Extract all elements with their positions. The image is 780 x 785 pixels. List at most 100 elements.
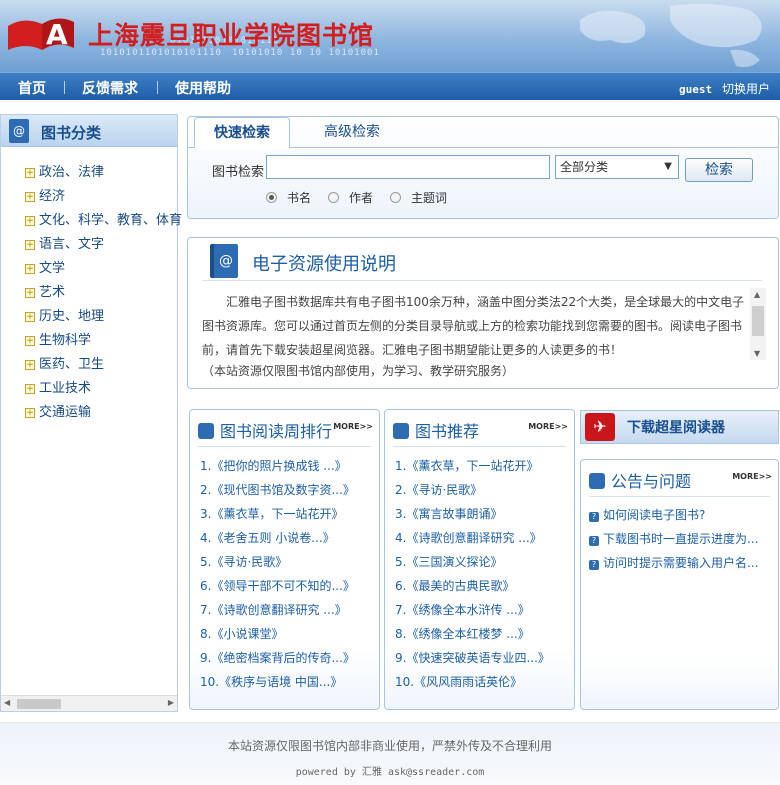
chart-icon (198, 423, 214, 439)
more-link[interactable]: MORE>> (528, 422, 568, 431)
expand-icon[interactable]: + (25, 216, 35, 226)
list-item[interactable]: 10.《风风雨雨话英伦》 (395, 673, 522, 690)
category-item[interactable]: + 文学 (25, 257, 65, 276)
radio-subject[interactable]: 主题词 (390, 189, 447, 206)
list-item[interactable]: 6.《领导干部不可不知的...》 (200, 577, 355, 594)
notice-item[interactable]: ? 如何阅读电子图书? (589, 506, 705, 523)
list-item[interactable]: 3.《薰衣草，下一站花开》 (200, 505, 343, 522)
list-item[interactable]: 4.《老舍五则 小说卷...》 (200, 529, 335, 546)
list-item[interactable]: 3.《寓言故事朗诵》 (395, 505, 502, 522)
sidebar-horizontal-scrollbar[interactable]: ◀ ▶ (1, 695, 177, 711)
category-select[interactable]: 全部分类 ▼ (555, 155, 679, 179)
nav-help[interactable]: 使用帮助 (175, 78, 231, 98)
list-item[interactable]: 4.《诗歌创意翻译研究 ...》 (395, 529, 542, 546)
current-user: guest (679, 83, 713, 96)
notice-item[interactable]: ? 访问时提示需要输入用户名... (589, 554, 758, 571)
category-item[interactable]: + 文化、科学、教育、体育 (25, 209, 182, 228)
scrollbar-thumb[interactable] (17, 699, 61, 709)
info-scrollbar[interactable]: ▲ ▼ (750, 288, 766, 360)
category-item[interactable]: + 医药、卫生 (25, 353, 104, 372)
category-item[interactable]: + 艺术 (25, 281, 65, 300)
expand-icon[interactable]: + (25, 264, 35, 274)
list-item[interactable]: 6.《最美的古典民歌》 (395, 577, 514, 594)
footer-notice: 本站资源仅限图书馆内部非商业使用，严禁外传及不合理利用 (227, 739, 552, 753)
question-icon: ? (589, 560, 599, 570)
download-label: 下载超星阅读器 (627, 420, 725, 436)
list-item[interactable]: 5.《寻访·民歌》 (200, 553, 287, 570)
notice-panel: 公告与问题 MORE>> ? 如何阅读电子图书? ? 下载图书时一直提示进度为...… (580, 459, 779, 710)
search-label: 图书检索 (212, 165, 265, 180)
scroll-up-icon[interactable]: ▲ (754, 290, 760, 299)
category-item[interactable]: + 政治、法律 (25, 161, 104, 180)
list-item[interactable]: 1.《薰衣草，下一站花开》 (395, 457, 538, 474)
radio-icon[interactable] (266, 192, 277, 203)
radio-icon[interactable] (390, 192, 401, 203)
nav-separator (157, 81, 158, 94)
list-item[interactable]: 2.《现代图书馆及数字资...》 (200, 481, 355, 498)
list-item[interactable]: 9.《绝密档案背后的传奇...》 (200, 649, 355, 666)
expand-icon[interactable]: + (25, 168, 35, 178)
category-sidebar: @ 图书分类 + 政治、法律 + 经济 + 文化、科学、教育、体育 + 语言、文字 + 文… (0, 114, 182, 712)
list-item[interactable]: 8.《绣像全本红楼梦 ...》 (395, 625, 530, 642)
scroll-left-icon[interactable]: ◀ (4, 698, 10, 707)
switch-user-link[interactable]: 切换用户 (722, 82, 770, 96)
list-item[interactable]: 9.《快速突破英语专业四...》 (395, 649, 550, 666)
nav-feedback[interactable]: 反馈需求 (82, 78, 138, 98)
weekly-ranking-panel: 图书阅读周排行 MORE>> 1.《把你的照片换成钱 ...》 2.《现代图书馆… (189, 409, 380, 710)
notice-icon (589, 473, 605, 489)
question-icon: ? (589, 536, 599, 546)
list-item[interactable]: 2.《寻访·民歌》 (395, 481, 482, 498)
expand-icon[interactable]: + (25, 240, 35, 250)
list-item[interactable]: 1.《把你的照片换成钱 ...》 (200, 457, 347, 474)
list-item[interactable]: 7.《绣像全本水浒传 ...》 (395, 601, 530, 618)
expand-icon[interactable]: + (25, 408, 35, 418)
expand-icon[interactable]: + (25, 360, 35, 370)
list-item[interactable]: 8.《小说课堂》 (200, 625, 283, 642)
category-item[interactable]: + 经济 (25, 185, 65, 204)
category-item[interactable]: + 生物科学 (25, 329, 91, 348)
radio-icon[interactable] (328, 192, 339, 203)
more-link[interactable]: MORE>> (333, 422, 373, 431)
info-title: 电子资源使用说明 (252, 254, 396, 275)
heart-icon (393, 423, 409, 439)
footer-credit: powered by 汇雅 ask@ssreader.com (295, 767, 485, 778)
category-item[interactable]: + 交通运输 (25, 401, 91, 420)
nav-separator (64, 81, 65, 94)
site-title: 上海震旦职业学院图书馆 (88, 21, 375, 50)
scroll-down-icon[interactable]: ▼ (754, 349, 760, 358)
expand-icon[interactable]: + (25, 192, 35, 202)
search-button[interactable]: 检索 (685, 158, 753, 182)
library-logo: A (8, 18, 74, 51)
book-icon: @ (210, 244, 238, 278)
radio-author[interactable]: 作者 (328, 189, 373, 206)
panel-title: 公告与问题 (589, 468, 691, 492)
nav-home[interactable]: 首页 (18, 78, 46, 98)
tab-quick-search[interactable]: 快速检索 (194, 117, 290, 147)
panel-title: 图书阅读周排行 (198, 418, 332, 442)
category-item[interactable]: + 工业技术 (25, 377, 91, 396)
category-item[interactable]: + 历史、地理 (25, 305, 104, 324)
download-reader-button[interactable]: ✈ 下载超星阅读器 (580, 410, 779, 444)
expand-icon[interactable]: + (25, 336, 35, 346)
panel-title: 图书推荐 (393, 418, 479, 442)
expand-icon[interactable]: + (25, 288, 35, 298)
info-note: （本站资源仅限图书馆内部使用，为学习、教学研究服务） (202, 364, 515, 378)
notice-item[interactable]: ? 下载图书时一直提示进度为... (589, 530, 758, 547)
scrollbar-thumb[interactable] (752, 306, 764, 336)
search-input[interactable] (266, 155, 550, 179)
list-item[interactable]: 5.《三国演义探论》 (395, 553, 502, 570)
list-item[interactable]: 10.《秩序与语境 中国...》 (200, 673, 342, 690)
question-icon: ? (589, 512, 599, 522)
scroll-right-icon[interactable]: ▶ (168, 698, 174, 707)
world-map-decor (580, 3, 762, 68)
search-panel: 快速检索 高级检索 图书检索 全部分类 ▼ 检索 书名 作者 主题词 (187, 116, 779, 219)
more-link[interactable]: MORE>> (732, 472, 772, 481)
tab-advanced-search[interactable]: 高级检索 (324, 117, 380, 147)
radio-title[interactable]: 书名 (266, 189, 311, 206)
category-item[interactable]: + 语言、文字 (25, 233, 104, 252)
sidebar-title: 图书分类 (41, 124, 102, 142)
expand-icon[interactable]: + (25, 312, 35, 322)
header-banner: 01010110101010110 1010101101010101110 10… (0, 0, 780, 72)
expand-icon[interactable]: + (25, 384, 35, 394)
list-item[interactable]: 7.《诗歌创意翻译研究 ...》 (200, 601, 347, 618)
